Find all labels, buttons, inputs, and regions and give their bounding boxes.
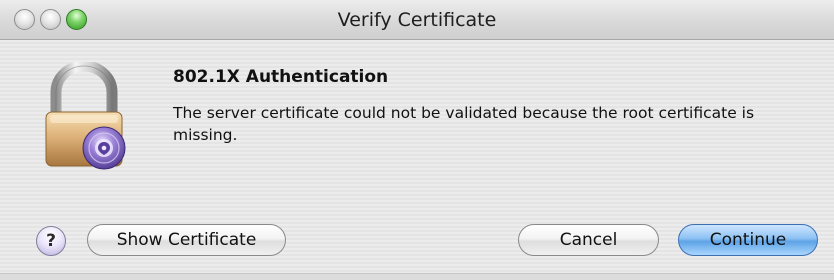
- lock-certificate-icon: [45, 62, 126, 170]
- help-button[interactable]: ?: [36, 226, 66, 256]
- show-certificate-button[interactable]: Show Certificate: [87, 224, 286, 256]
- verify-certificate-dialog: Verify Certificate 802.1X Authentication…: [0, 0, 834, 280]
- cancel-button[interactable]: Cancel: [518, 224, 659, 256]
- continue-button[interactable]: Continue: [678, 224, 818, 256]
- dialog-message: The server certificate could not be vali…: [173, 104, 755, 144]
- title-bar[interactable]: Verify Certificate: [0, 0, 834, 40]
- window-title: Verify Certificate: [337, 9, 497, 31]
- dialog-heading: 802.1X Authentication: [173, 67, 389, 87]
- window-bottom-edge: [0, 273, 834, 280]
